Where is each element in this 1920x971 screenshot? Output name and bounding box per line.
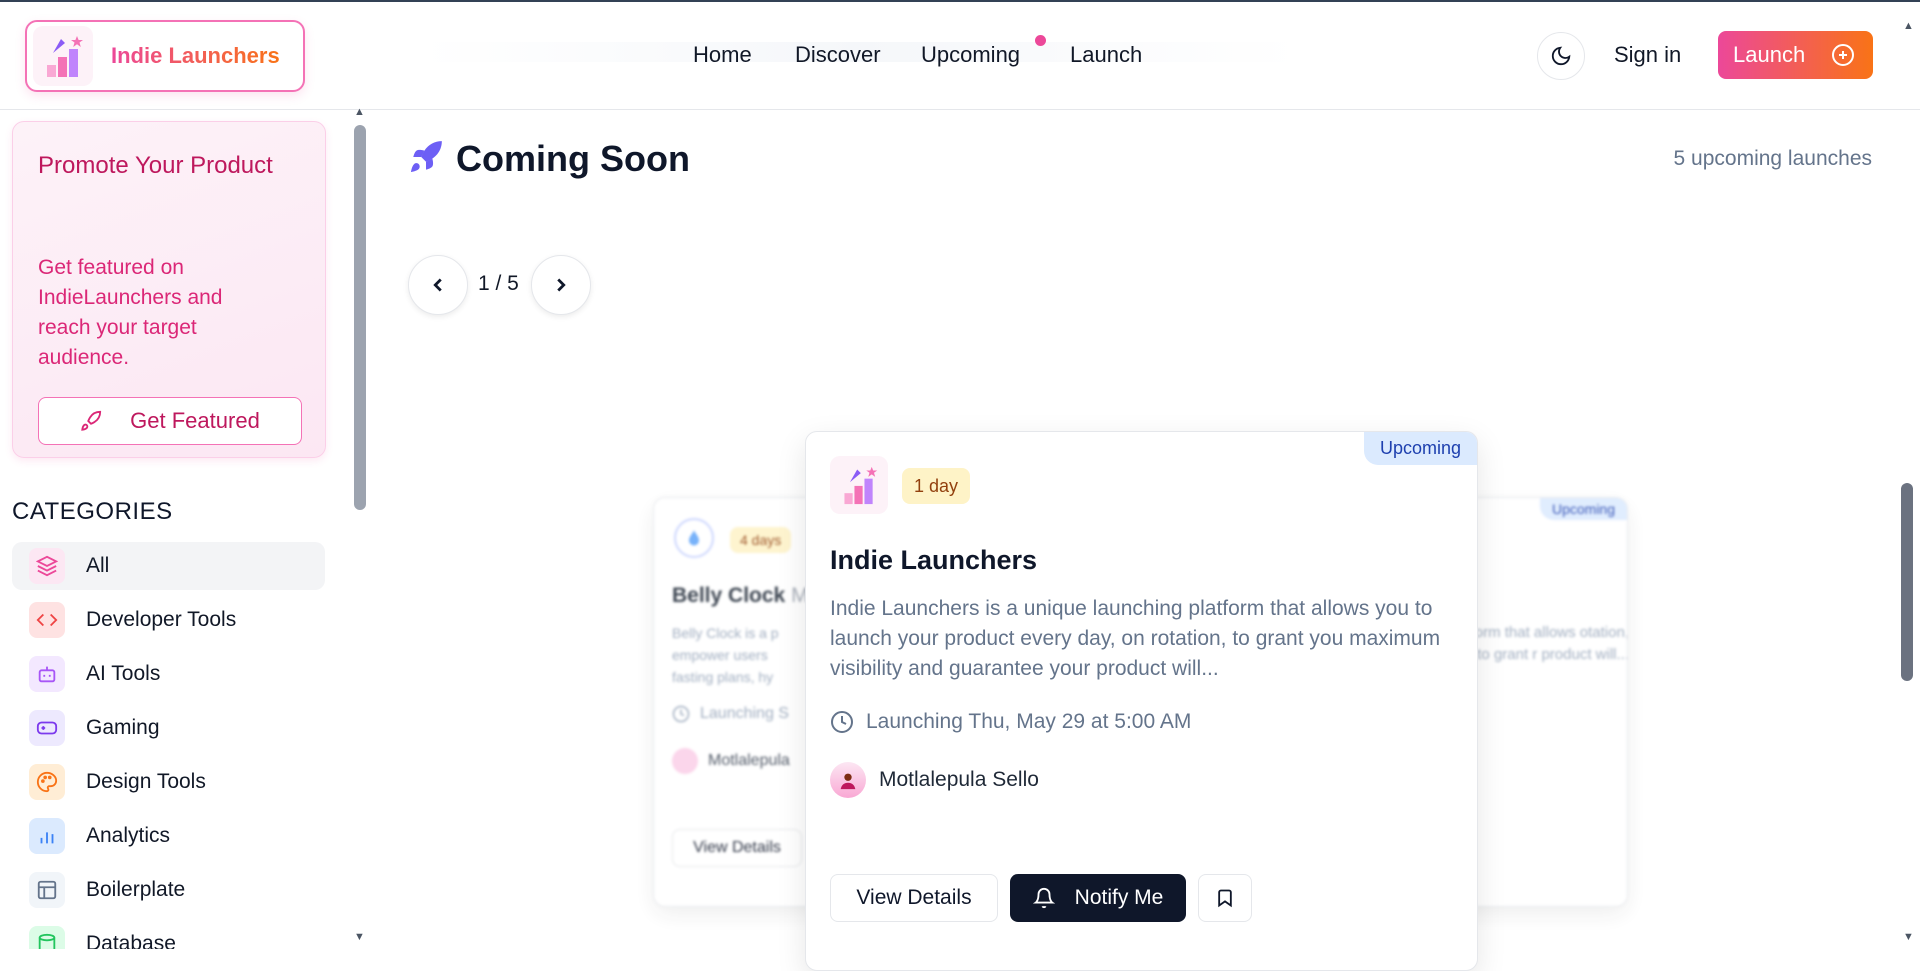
upcoming-badge: Upcoming bbox=[1539, 498, 1627, 520]
moon-icon bbox=[1551, 46, 1571, 66]
promo-description: Get featured on IndieLaunchers and reach… bbox=[38, 256, 223, 369]
category-label: Analytics bbox=[86, 824, 171, 847]
page-scroll-down-arrow[interactable]: ▼ bbox=[1903, 931, 1914, 943]
layers-icon bbox=[29, 548, 65, 584]
author: Motlalepula bbox=[672, 748, 790, 774]
view-details-button[interactable]: View Details bbox=[672, 829, 802, 867]
page-scrollbar-thumb[interactable] bbox=[1901, 483, 1913, 681]
sidebar-scroll-up-arrow[interactable]: ▲ bbox=[354, 106, 365, 118]
nav-discover[interactable]: Discover bbox=[795, 42, 881, 68]
days-badge: 4 days bbox=[730, 527, 792, 553]
upcoming-count: 5 upcoming launches bbox=[1673, 147, 1872, 170]
category-label: Gaming bbox=[86, 716, 160, 739]
notify-me-button[interactable]: Notify Me bbox=[1010, 874, 1186, 922]
category-label: Database bbox=[86, 932, 176, 949]
category-developer-tools[interactable]: Developer Tools bbox=[12, 596, 325, 644]
author-name: Motlalepula bbox=[708, 752, 790, 769]
nav-upcoming[interactable]: Upcoming bbox=[921, 42, 1020, 68]
category-analytics[interactable]: Analytics bbox=[12, 812, 325, 860]
category-label: Developer Tools bbox=[86, 608, 237, 631]
palette-icon bbox=[29, 764, 65, 800]
upcoming-badge: Upcoming bbox=[1363, 432, 1477, 465]
avatar bbox=[672, 748, 698, 774]
bookmark-button[interactable] bbox=[1198, 874, 1252, 922]
chevron-left-icon bbox=[433, 278, 442, 292]
author[interactable]: Motlalepula Sello bbox=[830, 762, 1039, 798]
product-description: Indie Launchers is a unique launching pl… bbox=[830, 597, 1441, 680]
rocket-icon bbox=[407, 138, 445, 181]
author-name: Motlalepula Sello bbox=[879, 768, 1039, 791]
promo-title: Promote Your Product bbox=[38, 152, 273, 179]
category-label: All bbox=[86, 554, 110, 577]
launch-time: Launching S bbox=[672, 705, 789, 723]
bookmark-icon bbox=[1218, 889, 1232, 908]
product-name: Indie Launchers bbox=[830, 545, 1038, 575]
category-label: Boilerplate bbox=[86, 878, 186, 901]
gamepad-icon bbox=[29, 710, 65, 746]
category-boilerplate[interactable]: Boilerplate bbox=[12, 866, 325, 914]
carousel-card-active[interactable]: Upcoming 1 day Indie Launchers Indie Lau… bbox=[805, 431, 1478, 971]
sidebar-scroll-down-arrow[interactable]: ▼ bbox=[354, 931, 365, 943]
rocket-icon bbox=[81, 410, 102, 431]
product-logo-icon bbox=[674, 518, 714, 558]
category-label: AI Tools bbox=[86, 662, 161, 685]
product-name: Belly Clock M bbox=[672, 584, 809, 608]
brand-name: Indie Launchers bbox=[111, 43, 280, 68]
page-title: Coming Soon bbox=[456, 138, 690, 179]
product-description: Belly Clock is a p empower users fasting… bbox=[672, 625, 779, 685]
launch-button[interactable]: Launch bbox=[1718, 31, 1873, 79]
category-gaming[interactable]: Gaming bbox=[12, 704, 325, 752]
next-button[interactable] bbox=[531, 255, 591, 315]
days-badge: 1 day bbox=[902, 468, 971, 504]
nav-home[interactable]: Home bbox=[693, 42, 752, 68]
bar-chart-icon bbox=[29, 818, 65, 854]
category-design-tools[interactable]: Design Tools bbox=[12, 758, 325, 806]
launch-button-label: Launch bbox=[1733, 42, 1806, 67]
brand-logo[interactable]: Indie Launchers bbox=[25, 20, 305, 92]
plus-circle-icon bbox=[1832, 44, 1855, 66]
code-icon bbox=[29, 602, 65, 638]
product-name-text: Belly Clock bbox=[672, 584, 786, 607]
view-details-button[interactable]: View Details bbox=[830, 874, 998, 922]
sign-in-link[interactable]: Sign in bbox=[1614, 42, 1681, 68]
get-featured-button[interactable]: Get Featured bbox=[38, 397, 302, 445]
category-database[interactable]: Database bbox=[12, 920, 325, 949]
launch-time-text: Launching Thu, May 29 at 5:00 AM bbox=[866, 710, 1192, 733]
sidebar-scrollbar-thumb[interactable] bbox=[354, 125, 366, 510]
upcoming-notification-dot bbox=[1035, 35, 1046, 46]
product-logo-icon bbox=[830, 456, 888, 514]
categories-heading: CATEGORIES bbox=[12, 498, 173, 525]
carousel-pager: 1 / 5 bbox=[478, 272, 519, 295]
category-ai-tools[interactable]: AI Tools bbox=[12, 650, 325, 698]
page-scroll-up-arrow[interactable]: ▲ bbox=[1903, 20, 1914, 32]
product-description: form that allows otation, to grant r pro… bbox=[1470, 624, 1628, 663]
database-icon bbox=[29, 926, 65, 949]
clock-icon bbox=[672, 705, 690, 723]
site-header: Indie Launchers Home Discover Upcoming L… bbox=[0, 2, 1920, 110]
category-label: Design Tools bbox=[86, 770, 206, 793]
get-featured-label: Get Featured bbox=[130, 408, 260, 433]
launch-time: Launching Thu, May 29 at 5:00 AM bbox=[830, 710, 1191, 734]
sidebar: Promote Your Product Get featured on Ind… bbox=[0, 110, 346, 949]
theme-toggle-button[interactable] bbox=[1537, 32, 1585, 80]
clock-icon bbox=[831, 711, 853, 733]
layout-icon bbox=[29, 872, 65, 908]
chevron-right-icon bbox=[557, 278, 566, 292]
rocket-chart-logo-icon bbox=[33, 26, 93, 86]
bell-icon bbox=[1032, 888, 1055, 909]
avatar bbox=[830, 762, 866, 798]
bot-icon bbox=[29, 656, 65, 692]
launch-time-text: Launching S bbox=[700, 705, 789, 722]
promo-card: Promote Your Product Get featured on Ind… bbox=[12, 121, 326, 458]
previous-button[interactable] bbox=[408, 255, 468, 315]
nav-launch[interactable]: Launch bbox=[1070, 42, 1142, 68]
notify-me-label: Notify Me bbox=[1074, 886, 1164, 909]
category-all[interactable]: All bbox=[12, 542, 325, 590]
